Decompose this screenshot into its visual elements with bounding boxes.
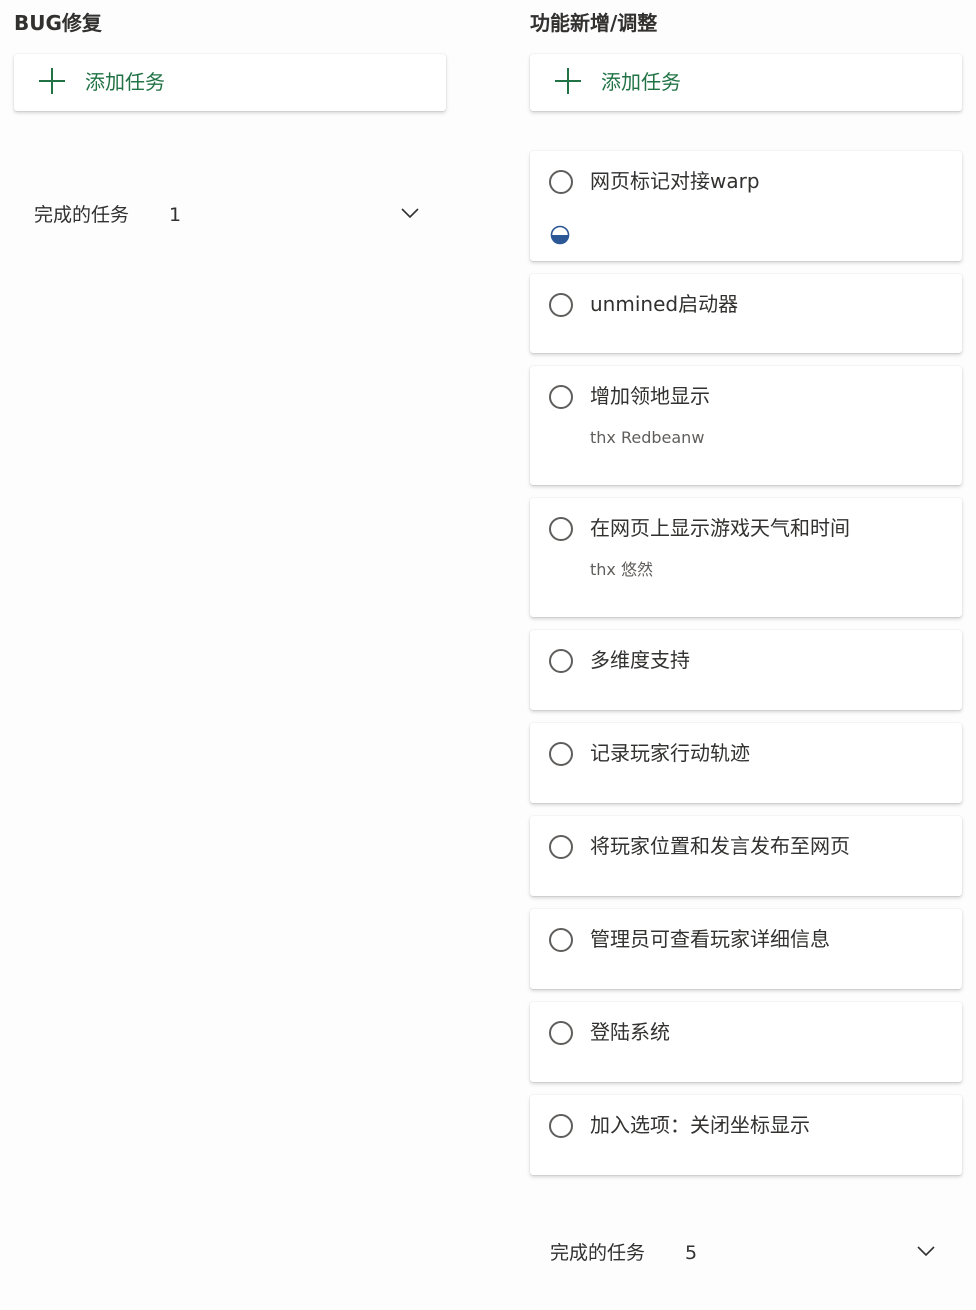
task-note: thx Redbeanw xyxy=(590,428,705,447)
complete-task-checkbox[interactable] xyxy=(549,1114,573,1138)
completed-tasks-label: 完成的任务 xyxy=(550,1242,646,1264)
task-title: 记录玩家行动轨迹 xyxy=(590,741,750,765)
task-title: 将玩家位置和发言发布至网页 xyxy=(590,834,850,858)
add-task-button[interactable]: 添加任务 xyxy=(530,54,962,111)
task-card[interactable]: 登陆系统 xyxy=(530,1002,962,1082)
task-card[interactable]: 管理员可查看玩家详细信息 xyxy=(530,909,962,989)
completed-tasks-toggle[interactable]: 完成的任务 1 xyxy=(34,195,446,235)
task-title: unmined启动器 xyxy=(590,292,739,316)
completed-tasks-toggle[interactable]: 完成的任务 5 xyxy=(550,1233,962,1273)
task-card[interactable]: 加入选项：关闭坐标显示 xyxy=(530,1095,962,1175)
planner-board: BUG修复 添加任务 完成的任务 1 功能新增/调整 添加任务 网页标记对接wa… xyxy=(0,0,976,1310)
completed-tasks-count: 5 xyxy=(685,1242,698,1264)
complete-task-checkbox[interactable] xyxy=(549,742,573,766)
task-title: 管理员可查看玩家详细信息 xyxy=(590,927,830,951)
task-title: 加入选项：关闭坐标显示 xyxy=(590,1113,810,1137)
task-card[interactable]: 网页标记对接warp xyxy=(530,151,962,261)
task-card[interactable]: 将玩家位置和发言发布至网页 xyxy=(530,816,962,896)
plus-icon xyxy=(39,68,65,94)
task-title: 在网页上显示游戏天气和时间 xyxy=(590,516,850,540)
bucket-title[interactable]: 功能新增/调整 xyxy=(530,8,657,38)
complete-task-checkbox[interactable] xyxy=(549,649,573,673)
task-card[interactable]: 增加领地显示 thx Redbeanw xyxy=(530,366,962,485)
bucket-title[interactable]: BUG修复 xyxy=(14,8,102,38)
task-card[interactable]: 多维度支持 xyxy=(530,630,962,710)
complete-task-checkbox[interactable] xyxy=(549,170,573,194)
chevron-down-icon xyxy=(401,208,419,219)
task-title: 多维度支持 xyxy=(590,648,690,672)
task-title: 登陆系统 xyxy=(590,1020,670,1044)
complete-task-checkbox[interactable] xyxy=(549,517,573,541)
add-task-label: 添加任务 xyxy=(601,70,681,94)
add-task-label: 添加任务 xyxy=(85,70,165,94)
task-card[interactable]: unmined启动器 xyxy=(530,274,962,353)
complete-task-checkbox[interactable] xyxy=(549,1021,573,1045)
complete-task-checkbox[interactable] xyxy=(549,835,573,859)
complete-task-checkbox[interactable] xyxy=(549,928,573,952)
chevron-down-icon xyxy=(917,1246,935,1257)
add-task-button[interactable]: 添加任务 xyxy=(14,54,446,111)
task-title: 增加领地显示 xyxy=(590,384,710,408)
task-title: 网页标记对接warp xyxy=(590,169,760,193)
task-card[interactable]: 在网页上显示游戏天气和时间 thx 悠然 xyxy=(530,498,962,617)
complete-task-checkbox[interactable] xyxy=(549,293,573,317)
completed-tasks-label: 完成的任务 xyxy=(34,204,130,226)
half-circle-progress-icon[interactable] xyxy=(550,225,570,245)
task-card[interactable]: 记录玩家行动轨迹 xyxy=(530,723,962,803)
completed-tasks-count: 1 xyxy=(169,204,182,226)
plus-icon xyxy=(555,68,581,94)
complete-task-checkbox[interactable] xyxy=(549,385,573,409)
task-note: thx 悠然 xyxy=(590,560,653,579)
